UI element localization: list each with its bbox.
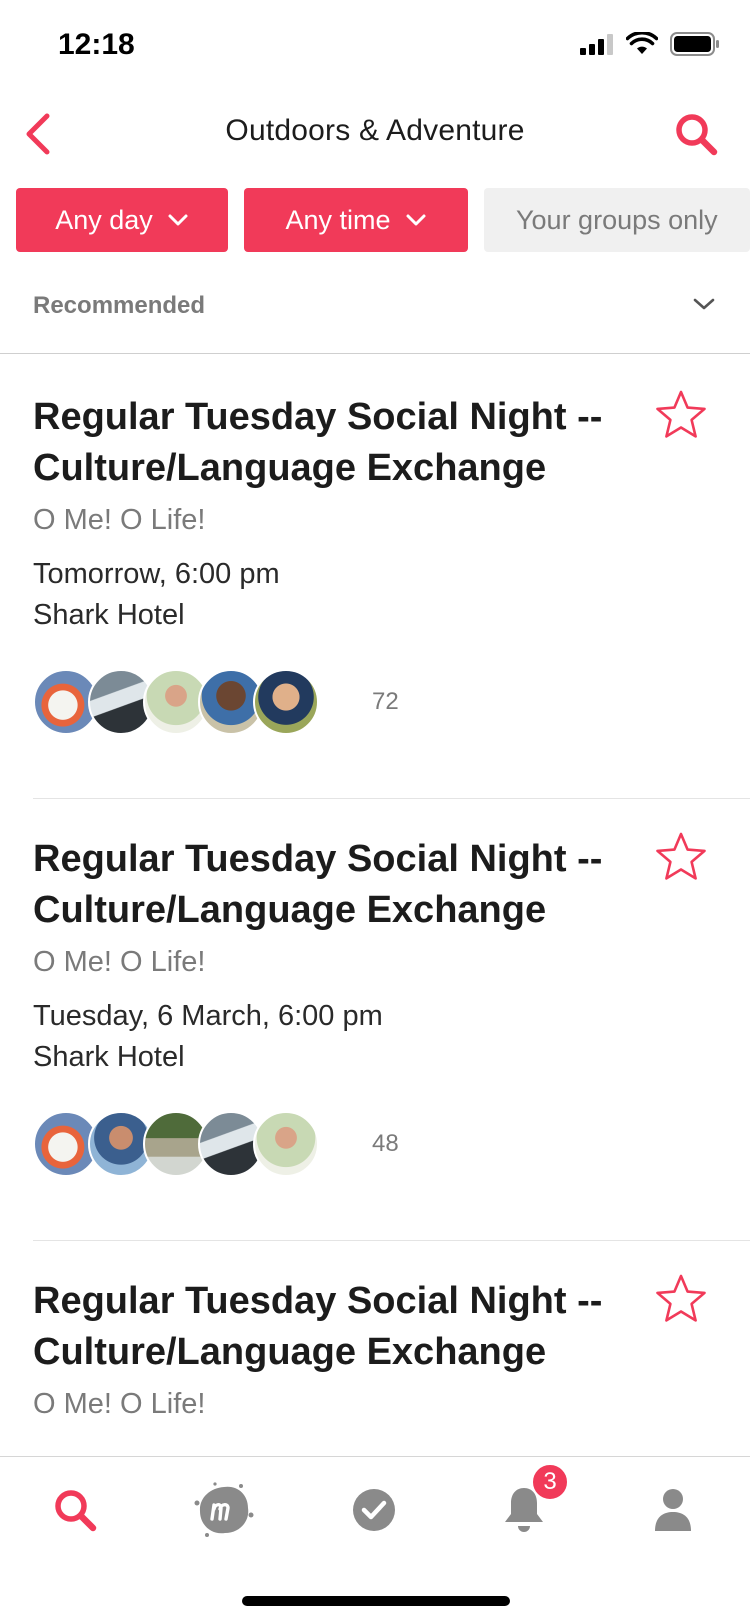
check-circle-icon xyxy=(353,1489,395,1531)
event-card[interactable]: Regular Tuesday Social Night -- Culture/… xyxy=(0,798,750,1240)
event-group-name: O Me! O Life! xyxy=(33,504,206,536)
cellular-signal-icon xyxy=(580,34,613,55)
sort-label: Recommended xyxy=(33,292,206,319)
filter-label: Any day xyxy=(55,204,153,235)
chevron-down-icon xyxy=(167,213,189,227)
status-bar: 12:18 xyxy=(0,0,750,92)
tab-profile[interactable] xyxy=(638,1475,708,1545)
event-list: Regular Tuesday Social Night -- Culture/… xyxy=(0,356,750,1456)
filter-label: Any time xyxy=(285,204,391,235)
page-title: Outdoors & Adventure xyxy=(225,114,525,147)
header: Outdoors & Adventure xyxy=(0,92,750,178)
filter-any-time[interactable]: Any time xyxy=(244,188,468,252)
profile-icon xyxy=(655,1489,691,1531)
event-title: Regular Tuesday Social Night -- Culture/… xyxy=(33,838,603,931)
attendee-count: 72 xyxy=(372,688,399,715)
meetup-logo-icon xyxy=(194,1482,254,1537)
wifi-icon xyxy=(626,32,658,54)
tab-search[interactable] xyxy=(40,1475,110,1545)
event-date: Tomorrow, 6:00 pm xyxy=(33,558,280,590)
event-title: Regular Tuesday Social Night -- Culture/… xyxy=(33,1280,603,1373)
avatar xyxy=(253,669,319,735)
event-date: Tuesday, 6 March, 6:00 pm xyxy=(33,1000,383,1032)
tab-home[interactable] xyxy=(189,1475,259,1545)
save-event-button[interactable] xyxy=(652,828,710,886)
tab-calendar[interactable] xyxy=(339,1475,409,1545)
search-button[interactable] xyxy=(668,106,724,162)
save-event-button[interactable] xyxy=(652,386,710,444)
tab-notifications[interactable]: 3 xyxy=(489,1463,569,1545)
attendee-avatars: 48 xyxy=(33,1110,750,1178)
event-card[interactable]: Regular Tuesday Social Night -- Culture/… xyxy=(0,356,750,798)
battery-icon xyxy=(670,32,719,56)
event-group-name: O Me! O Life! xyxy=(33,1388,206,1420)
attendee-avatars: 72 xyxy=(33,668,750,736)
star-icon xyxy=(656,1274,706,1322)
filter-any-day[interactable]: Any day xyxy=(16,188,228,252)
filter-label: Your groups only xyxy=(516,204,718,235)
avatar xyxy=(253,1111,319,1177)
filter-your-groups-only[interactable]: Your groups only xyxy=(484,188,750,252)
status-icons xyxy=(580,32,720,56)
chevron-down-icon xyxy=(692,296,716,317)
event-card[interactable]: Regular Tuesday Social Night -- Culture/… xyxy=(0,1240,750,1424)
event-venue: Shark Hotel xyxy=(33,599,185,631)
star-icon xyxy=(656,390,706,438)
search-icon xyxy=(55,1490,97,1532)
search-icon xyxy=(676,114,718,156)
save-event-button[interactable] xyxy=(652,1270,710,1328)
event-group-name: O Me! O Life! xyxy=(33,946,206,978)
event-venue: Shark Hotel xyxy=(33,1041,185,1073)
attendee-count: 48 xyxy=(372,1130,399,1157)
filter-bar: Any day Any time Your groups only xyxy=(16,188,750,252)
status-time: 12:18 xyxy=(58,28,135,61)
event-title: Regular Tuesday Social Night -- Culture/… xyxy=(33,396,603,489)
star-icon xyxy=(656,832,706,880)
chevron-down-icon xyxy=(405,213,427,227)
sort-selector[interactable]: Recommended xyxy=(0,282,750,354)
notification-badge: 3 xyxy=(531,1463,569,1501)
home-indicator[interactable] xyxy=(242,1596,510,1606)
